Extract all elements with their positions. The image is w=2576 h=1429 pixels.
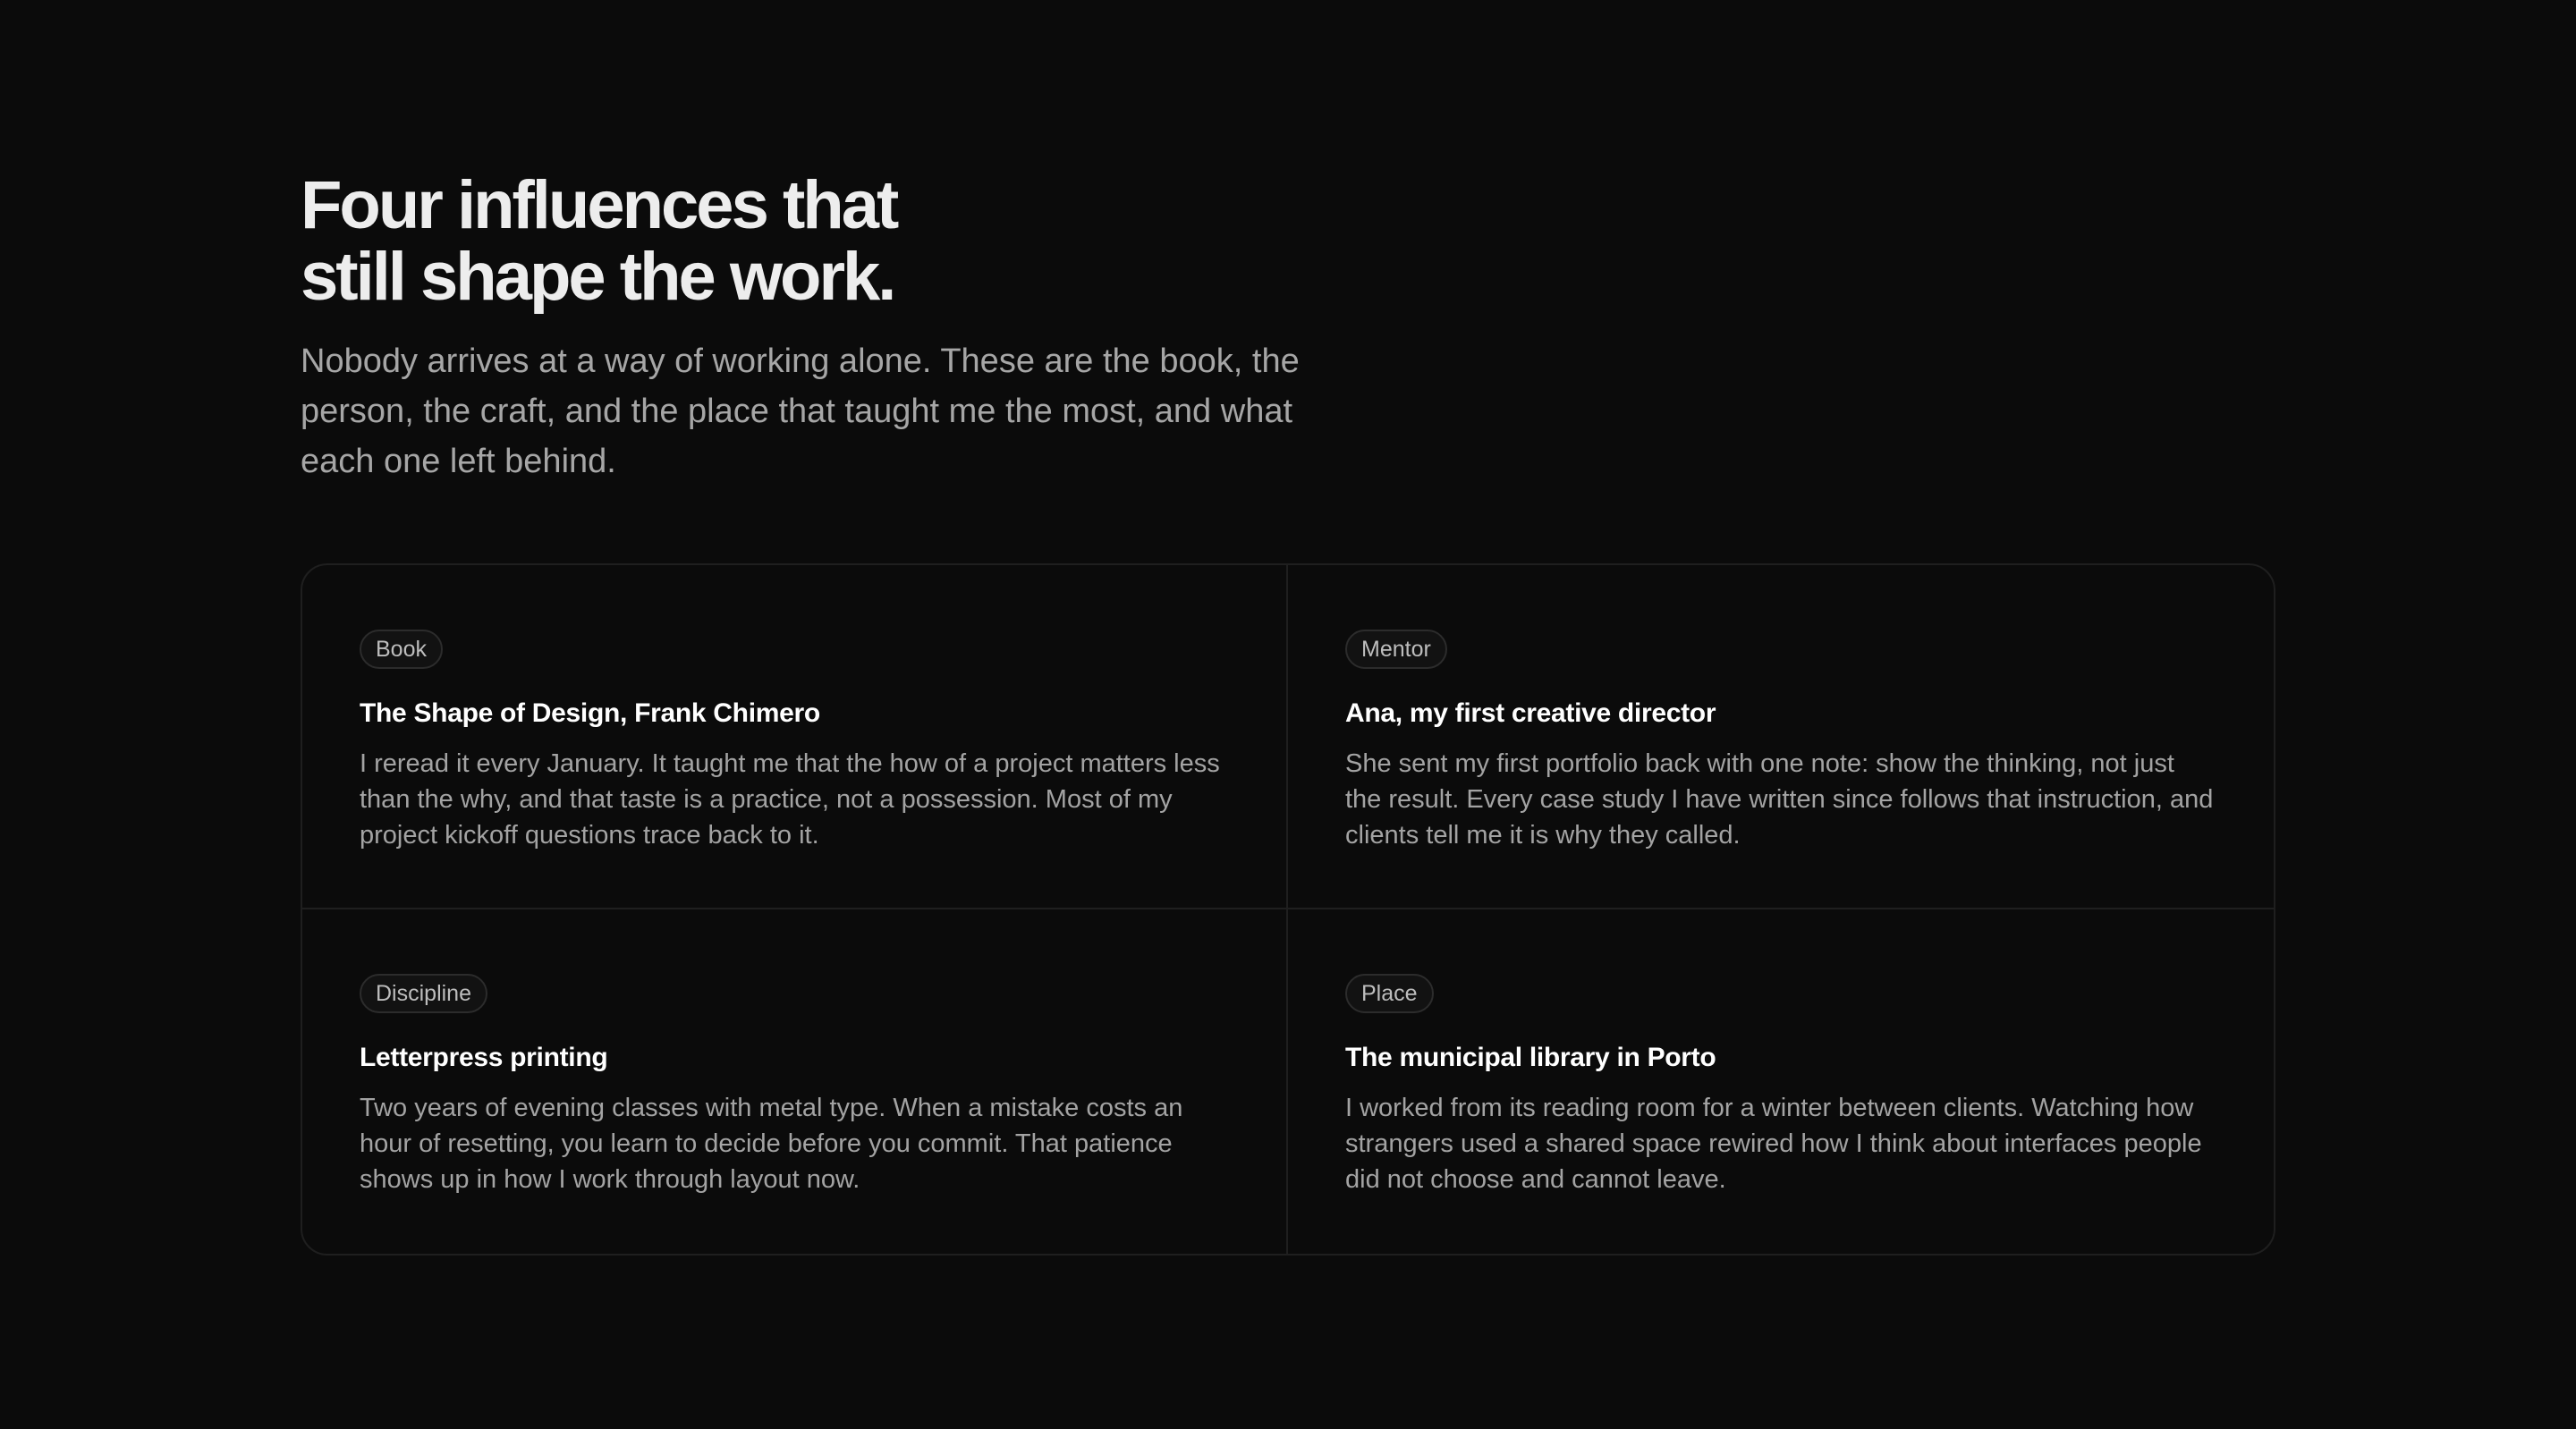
influence-description: She sent my first portfolio back with on… bbox=[1345, 749, 2214, 850]
influence-title: The Shape of Design, Frank Chimero bbox=[360, 698, 820, 728]
section-heading-line-1: Four influences that bbox=[301, 167, 899, 243]
influence-description: Two years of evening classes with metal … bbox=[360, 1094, 1183, 1194]
influence-title: Ana, my first creative director bbox=[1345, 698, 1716, 728]
section-intro: Nobody arrives at a way of working alone… bbox=[301, 342, 1300, 480]
section-heading-line-2: still shape the work. bbox=[301, 239, 896, 315]
influence-tag: Book bbox=[360, 630, 443, 669]
influence-card-place: Place The municipal library in Porto I w… bbox=[1288, 909, 2274, 1254]
influence-description: I reread it every January. It taught me … bbox=[360, 749, 1220, 850]
influence-card-mentor: Mentor Ana, my first creative director S… bbox=[1288, 565, 2274, 909]
influence-title: The municipal library in Porto bbox=[1345, 1043, 1716, 1072]
influence-title: Letterpress printing bbox=[360, 1043, 608, 1072]
influence-tag: Place bbox=[1345, 974, 1434, 1013]
influences-grid: Book The Shape of Design, Frank Chimero … bbox=[301, 563, 2275, 1256]
influence-card-book: Book The Shape of Design, Frank Chimero … bbox=[302, 565, 1288, 909]
section-heading: Four influences that still shape the wor… bbox=[301, 170, 980, 313]
influences-section: Four influences that still shape the wor… bbox=[0, 0, 2576, 1429]
influence-tag: Discipline bbox=[360, 974, 487, 1013]
influence-description: I worked from its reading room for a win… bbox=[1345, 1094, 2202, 1194]
influence-card-discipline: Discipline Letterpress printing Two year… bbox=[302, 909, 1288, 1254]
influence-tag: Mentor bbox=[1345, 630, 1447, 669]
